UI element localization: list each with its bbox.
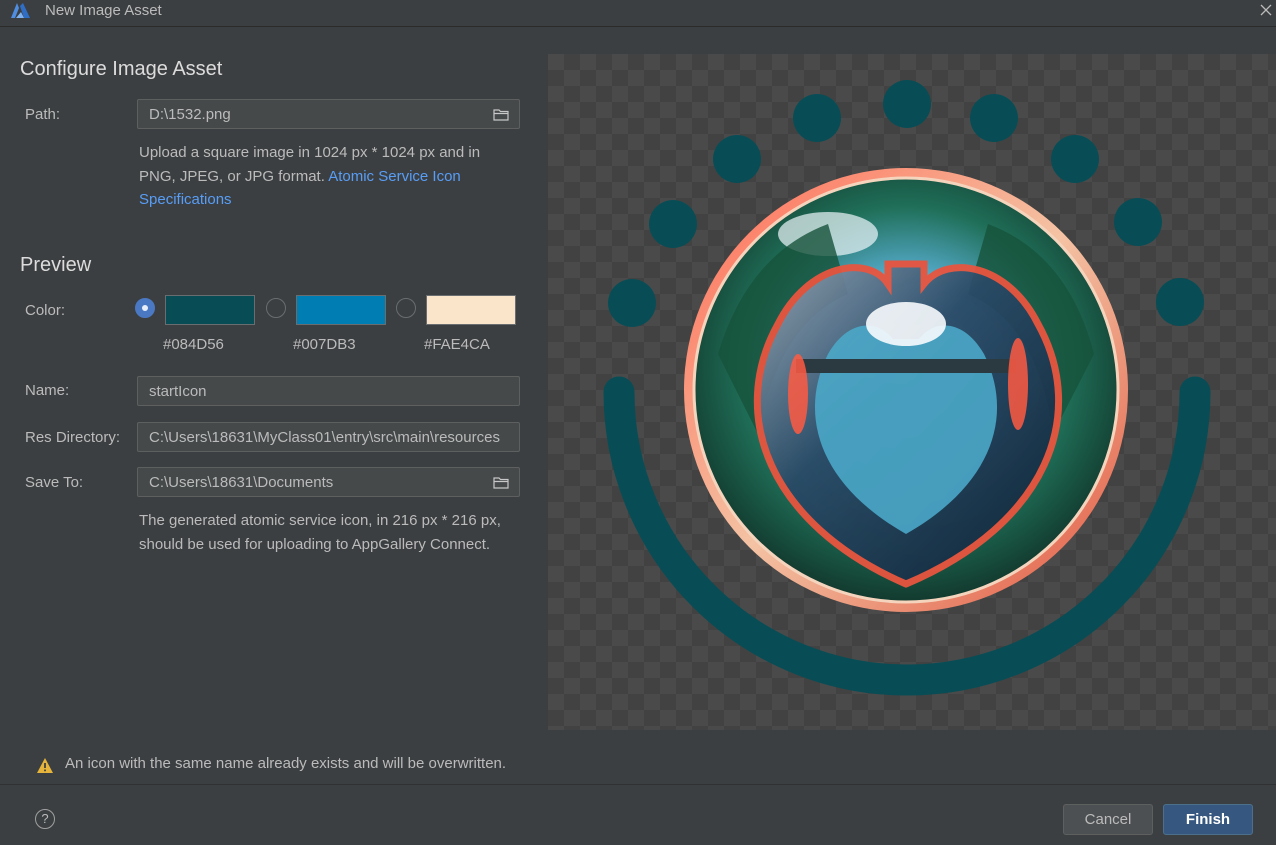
- path-label: Path:: [25, 106, 61, 123]
- title-bar: New Image Asset: [0, 0, 1276, 27]
- path-value: D:\1532.png: [149, 106, 231, 123]
- preview-graphic: [603, 80, 1211, 696]
- color-swatch-3[interactable]: [426, 295, 516, 325]
- color-radio-2[interactable]: [266, 298, 286, 318]
- configure-heading: Configure Image Asset: [20, 58, 223, 80]
- res-directory-field[interactable]: C:\Users\18631\MyClass01\entry\src\main\…: [137, 422, 520, 452]
- res-directory-value: C:\Users\18631\MyClass01\entry\src\main\…: [149, 429, 500, 446]
- warning-icon: [37, 758, 53, 773]
- footer-divider: [0, 784, 1276, 785]
- save-to-field[interactable]: C:\Users\18631\Documents: [137, 467, 520, 497]
- warning-text: An icon with the same name already exist…: [65, 755, 507, 772]
- name-label: Name:: [25, 382, 70, 399]
- res-directory-label: Res Directory:: [25, 429, 121, 446]
- icon-preview-canvas: [548, 54, 1276, 730]
- icon-image: [684, 168, 1128, 612]
- harmony-logo-icon: [11, 3, 30, 18]
- name-value: startIcon: [149, 383, 207, 400]
- save-to-help-text: The generated atomic service icon, in 21…: [139, 512, 501, 553]
- finish-button[interactable]: Finish: [1163, 804, 1253, 835]
- color-radio-1[interactable]: [135, 298, 155, 318]
- folder-icon[interactable]: [493, 476, 509, 489]
- close-icon[interactable]: [1256, 0, 1276, 22]
- preview-heading: Preview: [20, 254, 92, 276]
- help-icon[interactable]: ?: [35, 809, 55, 829]
- save-to-value: C:\Users\18631\Documents: [149, 474, 334, 491]
- color-swatch-1[interactable]: [165, 295, 255, 325]
- path-help-text: Upload a square image in 1024 px * 1024 …: [139, 141, 514, 212]
- color-hex-3: #FAE4CA: [424, 336, 490, 353]
- folder-icon[interactable]: [493, 108, 509, 121]
- color-radio-3[interactable]: [396, 298, 416, 318]
- warning-banner: An icon with the same name already exist…: [36, 755, 636, 777]
- color-hex-1: #084D56: [163, 336, 224, 353]
- path-field[interactable]: D:\1532.png: [137, 99, 520, 129]
- save-to-label: Save To:: [25, 474, 84, 491]
- color-label: Color:: [25, 302, 66, 319]
- name-input[interactable]: startIcon: [137, 376, 520, 406]
- window-title: New Image Asset: [45, 2, 162, 19]
- color-hex-2: #007DB3: [293, 336, 356, 353]
- cancel-button[interactable]: Cancel: [1063, 804, 1153, 835]
- color-swatch-2[interactable]: [296, 295, 386, 325]
